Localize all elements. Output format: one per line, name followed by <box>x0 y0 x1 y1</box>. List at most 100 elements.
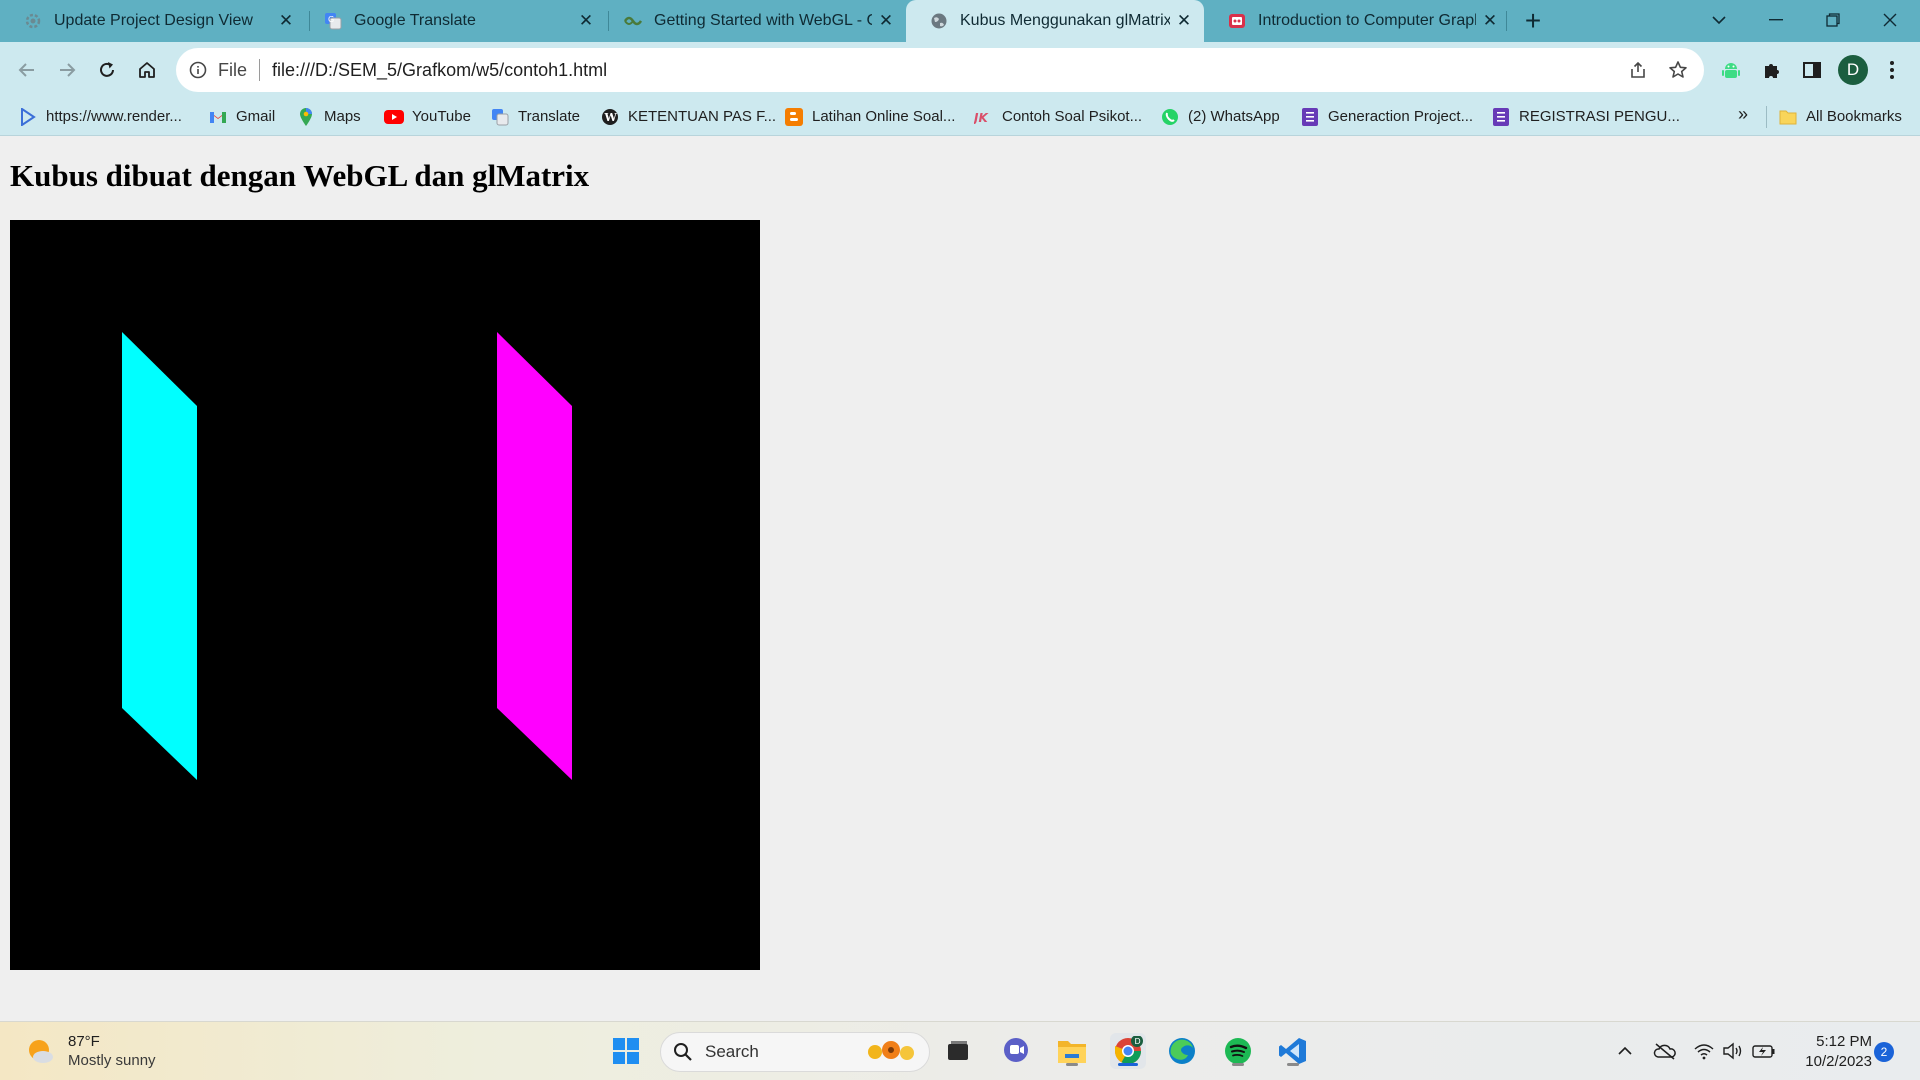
bookmarks-bar: https://www.render... Gmail Maps YouTube… <box>0 98 1920 136</box>
notification-badge[interactable]: 2 <box>1874 1042 1894 1062</box>
restore-icon[interactable] <box>1805 0 1861 40</box>
volume-icon[interactable] <box>1721 1039 1745 1063</box>
translate-icon <box>490 107 510 127</box>
teams-chat-icon[interactable] <box>998 1033 1034 1069</box>
bookmark-registrasi[interactable]: REGISTRASI PENGU... <box>1491 98 1680 135</box>
vscode-icon[interactable] <box>1275 1033 1311 1069</box>
bookmark-label: (2) WhatsApp <box>1188 108 1280 125</box>
share-icon[interactable] <box>1624 56 1652 84</box>
menu-kebab-icon[interactable] <box>1877 55 1907 85</box>
onedrive-offline-icon[interactable] <box>1653 1039 1677 1063</box>
bookmark-label: Latihan Online Soal... <box>812 108 956 125</box>
bookmark-label: Gmail <box>236 108 276 125</box>
active-indicator <box>1118 1063 1138 1066</box>
new-tab-button[interactable]: + <box>1516 4 1550 38</box>
battery-charging-icon[interactable] <box>1752 1039 1776 1063</box>
svg-text:W: W <box>604 111 618 124</box>
close-tab-icon[interactable]: ✕ <box>1476 7 1504 35</box>
svg-text:G: G <box>328 15 334 24</box>
bookmark-label: Contoh Soal Psikot... <box>1002 108 1143 125</box>
back-button[interactable] <box>11 54 43 86</box>
translate-icon: G <box>324 12 342 30</box>
cube-face-magenta <box>497 332 572 780</box>
weather-temperature: 87°F <box>68 1033 100 1050</box>
page-title: Kubus dibuat dengan WebGL dan glMatrix <box>10 158 590 193</box>
task-view-icon[interactable] <box>940 1033 976 1069</box>
folder-icon <box>1778 107 1798 127</box>
cube-face-cyan <box>122 332 197 780</box>
webgl-canvas[interactable] <box>10 220 760 970</box>
bookmark-label: https://www.render... <box>46 108 182 125</box>
running-indicator <box>1287 1063 1299 1066</box>
bookmark-label: Translate <box>518 108 580 125</box>
weather-condition: Mostly sunny <box>68 1052 156 1069</box>
all-bookmarks-button[interactable]: All Bookmarks <box>1778 98 1902 135</box>
close-tab-icon[interactable]: ✕ <box>1170 7 1198 35</box>
minimize-icon[interactable] <box>1748 0 1804 40</box>
side-panel-icon[interactable] <box>1797 55 1827 85</box>
partly-sunny-icon <box>29 1040 53 1063</box>
tab-kubus-glmatrix[interactable]: Kubus Menggunakan glMatrix d ✕ <box>906 0 1204 42</box>
tab-title: Getting Started with WebGL - Gu <box>654 12 872 29</box>
reload-button[interactable] <box>91 54 123 86</box>
blogger-icon <box>784 107 804 127</box>
running-indicator <box>1232 1063 1244 1066</box>
tab-update-project[interactable]: Update Project Design View ✕ <box>0 0 306 42</box>
bookmark-label: KETENTUAN PAS F... <box>628 108 777 125</box>
close-tab-icon[interactable]: ✕ <box>872 7 900 35</box>
bookmark-generaction[interactable]: Generaction Project... <box>1300 98 1473 135</box>
extensions-puzzle-icon[interactable] <box>1757 55 1787 85</box>
bookmark-star-icon[interactable] <box>1664 56 1692 84</box>
wifi-icon[interactable] <box>1692 1039 1716 1063</box>
system-clock[interactable]: 5:12 PM 10/2/2023 <box>1790 1032 1872 1072</box>
bookmark-youtube[interactable]: YouTube <box>384 98 471 135</box>
close-tab-icon[interactable]: ✕ <box>272 7 300 35</box>
bookmark-latihan-online[interactable]: Latihan Online Soal... <box>784 98 955 135</box>
chevron-up-icon[interactable] <box>1613 1039 1637 1063</box>
home-button[interactable] <box>131 54 163 86</box>
window-close-icon[interactable] <box>1862 0 1918 40</box>
android-extension-icon[interactable] <box>1716 55 1746 85</box>
bookmark-translate[interactable]: Translate <box>490 98 580 135</box>
address-divider <box>259 59 261 81</box>
bookmarks-overflow-button[interactable]: » <box>1738 104 1748 125</box>
svg-text:JK: JK <box>974 111 989 124</box>
taskbar-search-box[interactable]: Search <box>660 1032 930 1072</box>
weather-widget[interactable]: 87°F Mostly sunny <box>24 1032 156 1070</box>
chrome-icon[interactable]: D <box>1110 1033 1146 1069</box>
tab-title: Update Project Design View <box>54 12 253 29</box>
maps-icon <box>296 107 316 127</box>
bookmark-whatsapp[interactable]: (2) WhatsApp <box>1160 98 1280 135</box>
gmail-icon <box>208 107 228 127</box>
clock-time: 5:12 PM <box>1816 1033 1872 1050</box>
running-indicator <box>1066 1063 1078 1066</box>
psikotes-icon: JK <box>974 107 994 127</box>
bookmark-gmail[interactable]: Gmail <box>208 98 275 135</box>
close-tab-icon[interactable]: ✕ <box>572 7 600 35</box>
bookmark-ketentuan[interactable]: W KETENTUAN PAS F... <box>600 98 776 135</box>
browser-tab-strip: Update Project Design View ✕ G Google Tr… <box>0 0 1920 42</box>
forms-icon <box>1491 107 1511 127</box>
file-explorer-icon[interactable] <box>1054 1033 1090 1069</box>
web-page-content: Kubus dibuat dengan WebGL dan glMatrix <box>0 137 1920 1021</box>
bookmark-render[interactable]: https://www.render... <box>18 98 182 135</box>
spotify-icon[interactable] <box>1220 1033 1256 1069</box>
url-text[interactable]: file:///D:/SEM_5/Grafkom/w5/contoh1.html <box>272 60 1624 81</box>
profile-avatar[interactable]: D <box>1838 55 1868 85</box>
search-placeholder: Search <box>705 1042 759 1061</box>
address-bar[interactable]: File file:///D:/SEM_5/Grafkom/w5/contoh1… <box>176 48 1704 92</box>
whatsapp-icon <box>1160 107 1180 127</box>
windows-start-icon[interactable] <box>608 1033 644 1069</box>
site-info-icon[interactable] <box>188 60 208 80</box>
tab-intro-computer-graphics[interactable]: Introduction to Computer Graph ✕ <box>1204 0 1510 42</box>
bookmark-label: Maps <box>324 108 361 125</box>
url-scheme-label: File <box>218 59 248 80</box>
bookmark-contoh-soal[interactable]: JK Contoh Soal Psikot... <box>974 98 1142 135</box>
tab-title: Google Translate <box>354 12 476 29</box>
bookmark-maps[interactable]: Maps <box>296 98 361 135</box>
tab-getting-started-webgl[interactable]: Getting Started with WebGL - Gu ✕ <box>600 0 906 42</box>
tab-google-translate[interactable]: G Google Translate ✕ <box>300 0 606 42</box>
tab-search-icon[interactable] <box>1691 0 1747 40</box>
edge-icon[interactable] <box>1164 1033 1200 1069</box>
forward-button[interactable] <box>51 54 83 86</box>
